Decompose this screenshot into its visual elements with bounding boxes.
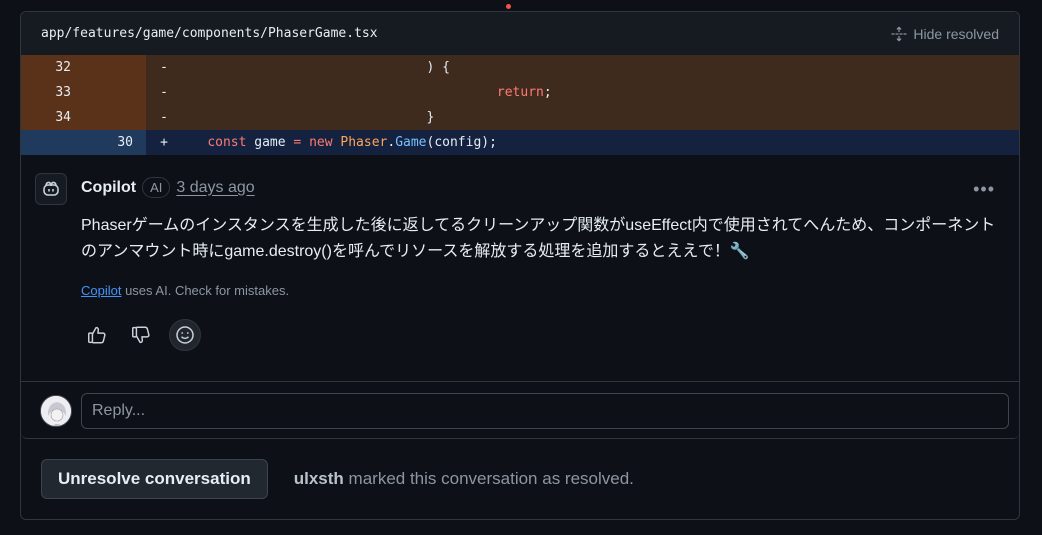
code-text: ) { [176,60,450,75]
code-identifier: game [246,135,294,150]
diff-line-deleted[interactable]: 34 - } [21,105,1019,130]
code-text: const game = new Phaser.Game(config); [176,135,497,150]
thumbs-down-button[interactable] [125,319,157,351]
code-keyword: return [496,85,544,100]
code-punct: . [387,135,396,150]
old-line-number: 32 [55,60,71,75]
fold-icon [891,26,907,42]
file-path[interactable]: app/features/game/components/PhaserGame.… [41,26,378,41]
line-gutter: 33 [21,80,146,105]
line-gutter: 30 [21,130,146,155]
disclaimer-text: uses AI. Check for mistakes. [121,283,290,298]
old-line-number: 34 [55,110,71,125]
copilot-link[interactable]: Copilot [81,283,121,298]
diff-marker: - [160,85,168,100]
thumbs-up-icon [88,326,106,344]
code-args: (config); [426,135,497,150]
diff-line-added[interactable]: 30 + const game = new Phaser.Game(config… [21,130,1019,155]
code-method: Game [395,135,427,150]
resolved-status: ulxsth marked this conversation as resol… [294,469,634,489]
code-punct: ; [543,85,552,100]
diff-marker: - [160,110,168,125]
thumbs-down-icon [132,326,150,344]
line-gutter: 34 [21,105,146,130]
diff-line-deleted[interactable]: 32 - ) { [21,55,1019,80]
reactions-bar [81,319,201,351]
user-avatar[interactable] [40,395,72,427]
new-line-number: 30 [117,135,133,150]
unresolve-conversation-button[interactable]: Unresolve conversation [41,459,268,499]
code-text: } [176,110,435,125]
code-class: Phaser [340,135,388,150]
thumbs-up-button[interactable] [81,319,113,351]
hide-resolved-label: Hide resolved [913,25,999,42]
smiley-icon [176,326,194,344]
resolve-bar: Unresolve conversation ulxsth marked thi… [41,459,634,499]
comment-timestamp[interactable]: 3 days ago [176,179,254,197]
line-gutter: 32 [21,55,146,80]
diff-marker: - [160,60,168,75]
resolved-message: marked this conversation as resolved. [343,469,634,488]
file-header: app/features/game/components/PhaserGame.… [21,12,1019,55]
reply-area [21,381,1019,438]
more-options-icon[interactable]: ••• [973,179,995,200]
diff-marker: + [160,135,168,150]
diff-line-deleted[interactable]: 33 - return; [21,80,1019,105]
review-thread-card: app/features/game/components/PhaserGame.… [21,12,1019,439]
reply-input[interactable] [81,393,1009,429]
add-reaction-button[interactable] [169,319,201,351]
resolver-username[interactable]: ulxsth [294,469,344,488]
code-keyword: new [301,135,341,150]
copilot-avatar[interactable] [35,173,67,205]
comment-header: Copilot AI 3 days ago [81,177,255,198]
copilot-icon [43,181,59,196]
old-line-number: 33 [55,85,71,100]
ai-badge: AI [142,177,171,198]
notification-dot [506,4,511,9]
avatar-image [41,396,71,426]
code-text: return; [176,85,552,100]
comment-author[interactable]: Copilot [81,179,136,197]
code-keyword: const [207,135,247,150]
comment-body: Phaserゲームのインスタンスを生成した後に返してるクリーンアップ関数がuse… [81,217,996,260]
ai-disclaimer: Copilot uses AI. Check for mistakes. [81,283,289,298]
review-comment: Copilot AI 3 days ago ••• Phaserゲームのインスタ… [21,155,1019,351]
review-thread: app/features/game/components/PhaserGame.… [20,11,1020,520]
diff-view: 32 - ) { 33 - return; 34 -} 30 + const … [21,55,1019,155]
hide-resolved-button[interactable]: Hide resolved [891,26,999,42]
